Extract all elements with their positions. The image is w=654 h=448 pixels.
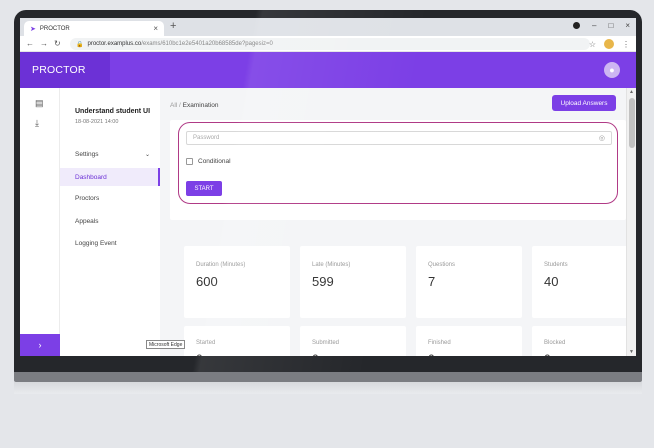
- stat-card-blocked: Blocked 0: [532, 326, 636, 356]
- conditional-checkbox[interactable]: Conditional: [186, 158, 231, 165]
- browser-toolbar: ← → ↻ 🔒 proctor.examplus.co /exams/610bc…: [20, 36, 636, 52]
- stat-label: Started: [196, 340, 216, 346]
- sidebar-item-proctors[interactable]: Proctors: [75, 195, 99, 202]
- stat-card-started: Started 0: [184, 326, 290, 356]
- scrollbar-thumb[interactable]: [629, 98, 635, 148]
- lock-icon: 🔒: [76, 41, 84, 48]
- side-nav: Understand student UI 18-08-2021 14:00 S…: [60, 88, 160, 356]
- toolbar-right: ☆ ⋮: [589, 39, 630, 49]
- stat-card-finished: Finished 0: [416, 326, 522, 356]
- back-icon[interactable]: ←: [26, 39, 34, 48]
- sidebar-item-appeals[interactable]: Appeals: [75, 218, 99, 225]
- tooltip: Microsoft Edge: [146, 340, 186, 349]
- stat-card-late: Late (Minutes) 599: [300, 246, 406, 318]
- sidebar-item-settings[interactable]: Settings: [75, 151, 99, 158]
- stat-value: 0: [544, 352, 551, 356]
- stat-label: Duration (Minutes): [196, 262, 246, 268]
- address-bar[interactable]: 🔒 proctor.examplus.co /exams/610bc1e2e54…: [70, 38, 590, 50]
- close-window-icon[interactable]: ×: [625, 21, 630, 30]
- calendar-icon[interactable]: ▤: [35, 98, 44, 109]
- sidebar-item-logging-event[interactable]: Logging Event: [75, 240, 117, 247]
- icon-rail: ▤ ⤓ ›: [20, 88, 60, 356]
- tab-title: PROCTOR: [39, 25, 70, 32]
- url-path: /exams/610bc1e2e5401a20b68585de?pagesiz=…: [141, 41, 273, 47]
- breadcrumb-root[interactable]: All: [170, 102, 177, 109]
- sidebar-item-label: Dashboard: [75, 173, 107, 181]
- expand-sidebar-button[interactable]: ›: [20, 334, 60, 356]
- sidebar-item-dashboard[interactable]: Dashboard: [60, 168, 160, 186]
- stat-card-duration: Duration (Minutes) 600: [184, 246, 290, 318]
- reload-icon[interactable]: ↻: [54, 39, 61, 48]
- close-tab-icon[interactable]: ×: [153, 24, 158, 33]
- password-field[interactable]: Password ◎: [186, 131, 612, 145]
- app-header: PROCTOR ●: [20, 52, 636, 88]
- user-avatar-icon[interactable]: ●: [604, 62, 620, 78]
- exam-title: Understand student UI: [75, 108, 151, 115]
- sidebar-item-label: Appeals: [75, 218, 99, 225]
- sidebar-item-label: Proctors: [75, 195, 100, 202]
- window-controls: – □ ×: [573, 21, 630, 30]
- breadcrumb: All / Examination: [170, 102, 218, 109]
- download-icon[interactable]: ⤓: [35, 118, 39, 129]
- profile-avatar[interactable]: [604, 39, 614, 49]
- browser-tab-strip: ➤ PROCTOR × + – □ ×: [20, 18, 636, 36]
- minimize-icon[interactable]: –: [592, 21, 596, 30]
- stat-label: Blocked: [544, 340, 566, 346]
- stat-label: Submitted: [312, 340, 340, 346]
- stat-value: 40: [544, 274, 559, 289]
- stat-card-students: Students 40: [532, 246, 636, 318]
- stat-value: 0: [428, 352, 435, 356]
- stat-label: Questions: [428, 262, 456, 268]
- scroll-up-icon[interactable]: ▲: [629, 89, 634, 95]
- conditional-label: Conditional: [198, 158, 231, 165]
- stat-card-submitted: Submitted 0: [300, 326, 406, 356]
- start-button[interactable]: START: [186, 181, 222, 196]
- sidebar-item-label: Logging Event: [75, 240, 117, 247]
- proctor-favicon-icon: ➤: [30, 25, 36, 33]
- upload-answers-button[interactable]: Upload Answers: [552, 95, 616, 111]
- eye-icon[interactable]: ◎: [599, 134, 605, 142]
- star-icon[interactable]: ☆: [589, 40, 596, 49]
- stat-value: 0: [312, 352, 319, 356]
- stat-value: 0: [196, 352, 203, 356]
- stat-card-questions: Questions 7: [416, 246, 522, 318]
- new-tab-icon[interactable]: +: [170, 20, 176, 32]
- breadcrumb-separator: /: [179, 102, 181, 109]
- brand-logo[interactable]: PROCTOR: [20, 52, 110, 88]
- menu-kebab-icon[interactable]: ⋮: [622, 40, 630, 49]
- maximize-icon[interactable]: □: [608, 21, 613, 30]
- vertical-scrollbar[interactable]: ▲ ▼: [626, 88, 636, 356]
- stat-value: 599: [312, 274, 334, 289]
- breadcrumb-current: Examination: [182, 102, 219, 109]
- chevron-down-icon[interactable]: ⌄: [145, 151, 150, 158]
- password-placeholder: Password: [193, 135, 220, 141]
- main-content: All / Examination Upload Answers Passwor…: [160, 88, 636, 356]
- monitor-chin: [14, 372, 642, 382]
- stat-label: Finished: [428, 340, 451, 346]
- stat-value: 7: [428, 274, 436, 289]
- forward-icon[interactable]: →: [40, 39, 48, 48]
- sidebar-item-label: Settings: [75, 151, 99, 158]
- exam-date: 18-08-2021 14:00: [75, 119, 119, 125]
- record-icon[interactable]: [573, 22, 581, 29]
- browser-tab[interactable]: ➤ PROCTOR ×: [24, 21, 164, 36]
- checkbox-icon[interactable]: [186, 158, 193, 165]
- stat-label: Students: [544, 262, 568, 268]
- url-host: proctor.examplus.co: [87, 41, 142, 47]
- stat-label: Late (Minutes): [312, 262, 351, 268]
- screen: ➤ PROCTOR × + – □ × ← → ↻ 🔒 proctor.exam…: [20, 18, 636, 356]
- stat-value: 600: [196, 274, 218, 289]
- scroll-down-icon[interactable]: ▼: [629, 349, 634, 355]
- monitor-base: [14, 382, 642, 394]
